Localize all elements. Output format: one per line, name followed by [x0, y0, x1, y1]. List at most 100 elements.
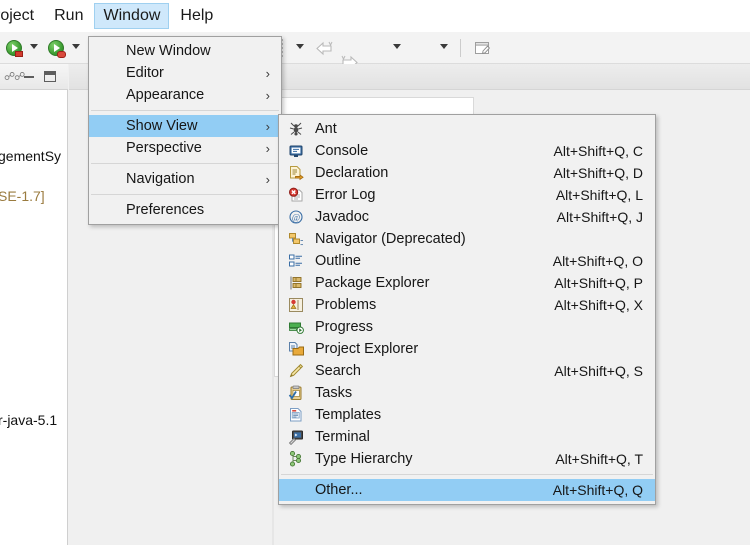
no-icon-placeholder: [285, 481, 307, 499]
menu-item-label: Problems: [315, 297, 377, 313]
menu-item-label: Perspective: [126, 140, 202, 156]
menu-item-label: Ant: [315, 121, 337, 137]
svg-text:@: @: [292, 212, 300, 222]
menu-item-accel: Alt+Shift+Q, O: [552, 253, 643, 269]
menu-item-package-explorer[interactable]: Package Explorer Alt+Shift+Q, P: [279, 272, 655, 294]
new-editor-icon[interactable]: [474, 40, 492, 61]
tree-item-library[interactable]: r-java-5.1: [0, 412, 57, 428]
terminal-icon: [285, 428, 307, 446]
link-with-editor-icon[interactable]: ☍☍: [4, 70, 25, 83]
menu-item-label: Console: [315, 143, 369, 159]
menu-item-search[interactable]: Search Alt+Shift+Q, S: [279, 360, 655, 382]
menu-item-accel: Alt+Shift+Q, S: [554, 363, 643, 379]
menu-item-label: New Window: [126, 43, 211, 59]
error-log-icon: [285, 186, 307, 204]
chevron-right-icon: ›: [265, 87, 270, 103]
menu-separator: [91, 163, 279, 164]
debug-dropdown-caret[interactable]: [72, 44, 80, 49]
menu-separator: [281, 474, 653, 475]
menu-item-other[interactable]: Other... Alt+Shift+Q, Q: [279, 479, 655, 501]
window-menu: New Window Editor › Appearance › Show Vi…: [88, 36, 282, 225]
javadoc-icon: @: [285, 208, 307, 226]
menu-item-navigation[interactable]: Navigation ›: [89, 168, 281, 190]
ant-icon: [285, 120, 307, 138]
menubar-item-window[interactable]: Window: [94, 3, 170, 29]
forward-dropdown-caret[interactable]: [440, 44, 448, 49]
menu-item-label: Declaration: [315, 165, 389, 181]
chevron-right-icon: ›: [265, 65, 270, 81]
panel-header: ☍☍: [0, 64, 68, 90]
menu-item-accel: Alt+Shift+Q, D: [553, 165, 643, 181]
menu-item-project-explorer[interactable]: Project Explorer: [279, 338, 655, 360]
menu-bar: roject Run Window Help: [0, 0, 750, 32]
menu-item-editor[interactable]: Editor ›: [89, 62, 281, 84]
menu-item-javadoc[interactable]: @ Javadoc Alt+Shift+Q, J: [279, 206, 655, 228]
tree-item-jre[interactable]: SE-1.7]: [0, 188, 45, 204]
menu-separator: [91, 194, 279, 195]
menu-item-outline[interactable]: Outline Alt+Shift+Q, O: [279, 250, 655, 272]
menu-item-accel: Alt+Shift+Q, X: [554, 297, 643, 313]
menu-item-type-hierarchy[interactable]: Type Hierarchy Alt+Shift+Q, T: [279, 448, 655, 470]
toolbar-dropdown-caret[interactable]: [296, 44, 304, 49]
tree-item-project[interactable]: gementSy: [0, 148, 61, 164]
templates-icon: [285, 406, 307, 424]
menu-item-new-window[interactable]: New Window: [89, 40, 281, 62]
menu-separator: [91, 110, 279, 111]
menu-item-templates[interactable]: Templates: [279, 404, 655, 426]
minimize-icon[interactable]: [24, 76, 34, 78]
menu-item-appearance[interactable]: Appearance ›: [89, 84, 281, 106]
menu-item-navigator[interactable]: Navigator (Deprecated): [279, 228, 655, 250]
problems-icon: [285, 296, 307, 314]
menubar-item-run[interactable]: Run: [45, 3, 92, 29]
maximize-icon[interactable]: [44, 71, 56, 82]
search-icon: [285, 362, 307, 380]
run-icon[interactable]: [6, 40, 23, 57]
eclipse-ide-window: roject Run Window Help: [0, 0, 750, 545]
run-dropdown-caret[interactable]: [30, 44, 38, 49]
menu-item-show-view[interactable]: Show View ›: [89, 115, 281, 137]
menu-item-accel: Alt+Shift+Q, C: [553, 143, 643, 159]
menu-item-label: Tasks: [315, 385, 353, 401]
menu-item-ant[interactable]: Ant: [279, 118, 655, 140]
package-explorer-icon: [285, 274, 307, 292]
menu-item-label: Navigator (Deprecated): [315, 231, 466, 247]
menu-item-console[interactable]: Console Alt+Shift+Q, C: [279, 140, 655, 162]
outline-icon: [285, 252, 307, 270]
menu-item-progress[interactable]: Progress: [279, 316, 655, 338]
menu-item-label: Editor: [126, 65, 164, 81]
type-hierarchy-icon: [285, 450, 307, 468]
debug-icon[interactable]: [48, 40, 66, 58]
menu-item-terminal[interactable]: Terminal: [279, 426, 655, 448]
menubar-item-project[interactable]: roject: [0, 3, 43, 29]
toolbar-separator-2: [460, 39, 461, 57]
menu-item-problems[interactable]: Problems Alt+Shift+Q, X: [279, 294, 655, 316]
back-dropdown-caret[interactable]: [393, 44, 401, 49]
menu-item-label: Project Explorer: [315, 341, 419, 357]
menu-item-accel: Alt+Shift+Q, Q: [552, 482, 643, 498]
menu-item-label: Progress: [315, 319, 374, 335]
menu-item-label: Javadoc: [315, 209, 370, 225]
menu-item-accel: Alt+Shift+Q, L: [555, 187, 643, 203]
menu-item-perspective[interactable]: Perspective ›: [89, 137, 281, 159]
navigator-icon: [285, 230, 307, 248]
menu-item-error-log[interactable]: Error Log Alt+Shift+Q, L: [279, 184, 655, 206]
menu-item-tasks[interactable]: Tasks: [279, 382, 655, 404]
menubar-item-help[interactable]: Help: [171, 3, 222, 29]
menu-item-label: Outline: [315, 253, 361, 269]
previous-annotation-icon[interactable]: [315, 41, 333, 56]
menu-item-label: Other...: [315, 482, 363, 498]
menu-item-label: Error Log: [315, 187, 376, 203]
show-view-menu: Ant Console Alt+Shift+Q, C Declaration A…: [278, 114, 656, 505]
menu-item-label: Navigation: [126, 171, 195, 187]
menu-item-label: Terminal: [315, 429, 370, 445]
menu-item-label: Templates: [315, 407, 382, 423]
tasks-icon: [285, 384, 307, 402]
menu-item-label: Type Hierarchy: [315, 451, 413, 467]
project-explorer-icon: [285, 340, 307, 358]
menu-item-declaration[interactable]: Declaration Alt+Shift+Q, D: [279, 162, 655, 184]
menu-item-label: Search: [315, 363, 361, 379]
package-explorer-panel: ☍☍ gementSy SE-1.7] r-java-5.1: [0, 64, 68, 545]
menu-item-label: Package Explorer: [315, 275, 430, 291]
console-icon: [285, 142, 307, 160]
menu-item-preferences[interactable]: Preferences: [89, 199, 281, 221]
